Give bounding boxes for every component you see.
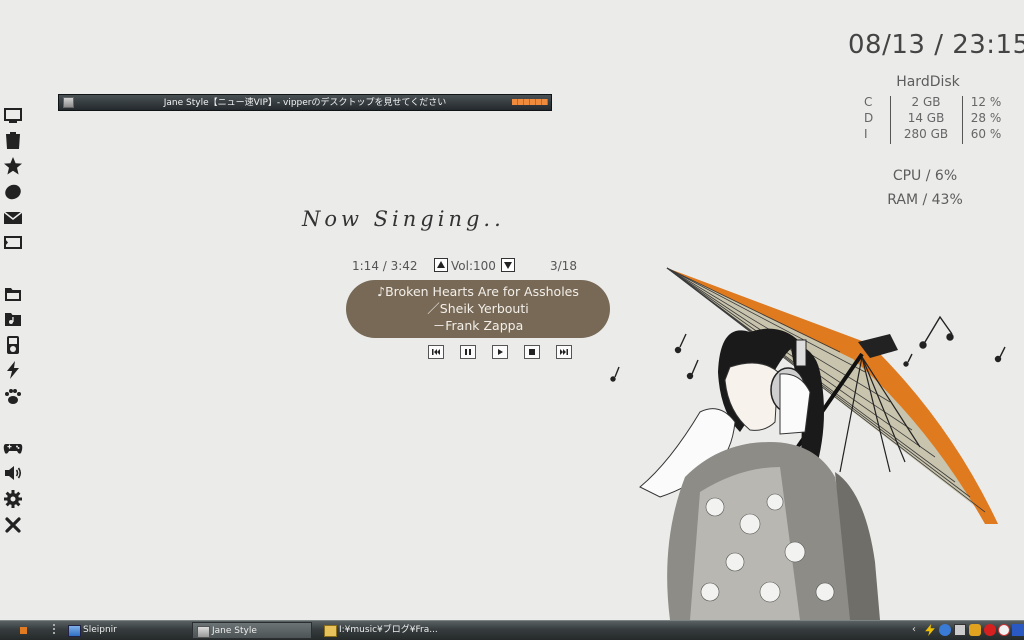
monitor-icon[interactable] [3, 106, 23, 126]
taskbar-button-sleipnir[interactable]: Sleipnir [64, 622, 184, 639]
cpu-usage: CPU / 6% [892, 168, 958, 184]
ram-usage: RAM / 43% [887, 192, 963, 208]
drive-percent: 60 % [970, 127, 1002, 141]
drive-size: 2 GB [911, 95, 941, 109]
pause-button[interactable] [460, 345, 476, 359]
now-singing-text: Now Singing... [301, 207, 500, 231]
close-icon[interactable] [3, 515, 23, 535]
system-tray: ‹ [912, 623, 1024, 639]
taskbar-button-label: Sleipnir [83, 625, 117, 635]
drive-row: C 2 GB 12 % [860, 95, 1020, 111]
star-icon[interactable] [3, 156, 23, 176]
pause-icon [465, 349, 471, 355]
album-name: ／Sheik Yerbouti [427, 301, 529, 316]
gamepad-icon[interactable] [3, 438, 23, 458]
song-info: ♪Broken Hearts Are for Assholes ／Sheik Y… [346, 280, 610, 338]
next-icon [560, 349, 568, 355]
mail-icon[interactable] [3, 208, 23, 228]
song-title: ♪Broken Hearts Are for Assholes [377, 284, 579, 299]
play-button[interactable] [492, 345, 508, 359]
drive-percent: 28 % [970, 111, 1002, 125]
paw-icon[interactable] [3, 386, 23, 406]
app-s-icon[interactable] [969, 624, 981, 636]
app-icon [197, 626, 210, 638]
browser-icon [68, 625, 81, 637]
left-dock [0, 0, 28, 620]
chevron-left-icon[interactable]: ‹ [912, 624, 924, 636]
artist-name: －Frank Zappa [432, 318, 524, 333]
drive-size: 280 GB [903, 127, 949, 141]
app-circle-icon[interactable] [998, 624, 1010, 636]
screen-icon[interactable] [3, 233, 23, 253]
volume-level: Vol:100 [451, 259, 496, 273]
previous-button[interactable] [428, 345, 444, 359]
app-blue-icon[interactable] [1012, 624, 1024, 636]
stop-button[interactable] [524, 345, 540, 359]
drive-row: D 14 GB 28 % [860, 111, 1020, 127]
taskbar-button-label: I:¥music¥ブログ¥Fra... [339, 625, 438, 635]
ipod-icon[interactable] [3, 335, 23, 355]
window-title: Jane Style【ニュー速VIP】- vipperのデスクトップを見せてくだ… [163, 98, 447, 108]
taskbar-button-jane-style[interactable]: Jane Style [192, 622, 312, 639]
player-status: 1:14 / 3:42 Vol:100 3/18 [352, 258, 592, 276]
drive-percent: 12 % [970, 95, 1002, 109]
volume-up-button[interactable] [434, 258, 448, 272]
taskbar-grip[interactable] [53, 624, 55, 636]
gear-icon[interactable] [3, 489, 23, 509]
leaf-icon[interactable] [3, 182, 23, 202]
previous-icon [432, 349, 440, 355]
trash-icon[interactable] [3, 131, 23, 151]
harddisk-table: C 2 GB 12 % D 14 GB 28 % I 280 GB 60 % [860, 95, 1020, 143]
next-button[interactable] [556, 345, 572, 359]
volume-down-button[interactable] [501, 258, 515, 272]
lightning-icon[interactable] [925, 624, 935, 636]
stop-icon [529, 349, 535, 355]
now-singing-heading: Now Singing... [301, 207, 500, 231]
clock: 08/13 / 23:15 [848, 30, 1024, 60]
start-button[interactable] [20, 627, 27, 634]
taskbar-button-explorer[interactable]: I:¥music¥ブログ¥Fra... [320, 622, 445, 639]
drive-letter: D [864, 111, 874, 125]
drive-letter: C [864, 95, 873, 109]
jane-style-titlebar[interactable]: Jane Style【ニュー速VIP】- vipperのデスクトップを見せてくだ… [58, 94, 552, 111]
globe-icon[interactable] [939, 624, 951, 636]
progress-indicator [512, 99, 548, 105]
harddisk-title: HardDisk [896, 74, 960, 90]
network-icon[interactable] [954, 624, 966, 636]
app-red-icon[interactable] [984, 624, 996, 636]
drive-letter: I [864, 127, 868, 141]
taskbar-button-label: Jane Style [212, 626, 257, 636]
music-folder-icon[interactable] [3, 309, 23, 329]
elapsed-time: 1:14 / 3:42 [352, 259, 418, 273]
taskbar: Sleipnir Jane Style I:¥music¥ブログ¥Fra... … [0, 620, 1024, 640]
folder-icon [324, 625, 337, 637]
play-icon [498, 349, 503, 355]
folder-icon[interactable] [3, 284, 23, 304]
drive-size: 14 GB [907, 111, 945, 125]
speaker-icon[interactable] [3, 463, 23, 483]
track-position: 3/18 [550, 259, 577, 273]
wallpaper-illustration [610, 267, 1006, 620]
lightning-icon[interactable] [3, 360, 23, 380]
drive-row: I 280 GB 60 % [860, 127, 1020, 143]
